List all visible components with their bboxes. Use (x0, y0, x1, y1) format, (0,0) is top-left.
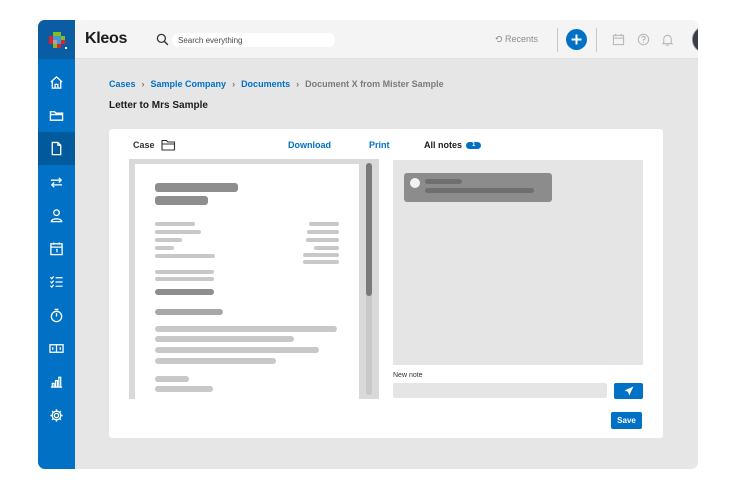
preview-line (155, 196, 208, 205)
history-icon (495, 36, 503, 42)
new-note-label: New note (393, 372, 423, 379)
stopwatch-icon (50, 308, 63, 323)
header-divider (557, 28, 558, 52)
user-photo (693, 27, 698, 52)
scrollbar-thumb[interactable] (366, 163, 372, 296)
preview-line (155, 289, 214, 295)
viewer-scrollbar[interactable] (366, 163, 372, 395)
sidebar-item-timer[interactable] (38, 299, 75, 332)
send-note-button[interactable] (614, 383, 643, 399)
preview-line (309, 222, 339, 226)
preview-line (155, 336, 294, 342)
bell-icon[interactable] (661, 33, 674, 46)
breadcrumb-current: Document X from Mister Sample (305, 79, 444, 89)
chevron-right-icon: › (232, 79, 236, 89)
sidebar-item-transfers[interactable] (38, 166, 75, 199)
preview-line (306, 238, 339, 242)
preview-line (155, 270, 214, 274)
top-header: Kleos Recents (75, 20, 698, 59)
preview-line (155, 246, 174, 250)
recents-label: Recents (505, 34, 539, 44)
save-button[interactable]: Save (611, 412, 642, 429)
preview-line (303, 260, 339, 264)
breadcrumb-company[interactable]: Sample Company (151, 79, 227, 89)
breadcrumb-cases[interactable]: Cases (109, 79, 136, 89)
checklist-icon (49, 275, 63, 289)
sidebar-item-tasks[interactable] (38, 265, 75, 298)
gear-icon (50, 409, 63, 422)
preview-line (155, 238, 182, 242)
sidebar-item-calendar[interactable] (38, 232, 75, 265)
note-avatar-dot (410, 178, 420, 188)
search-input[interactable] (172, 33, 335, 47)
preview-line (155, 386, 213, 392)
preview-line (155, 183, 238, 192)
add-button[interactable] (566, 29, 587, 50)
breadcrumb-documents[interactable]: Documents (241, 79, 290, 89)
download-button[interactable]: Download (288, 140, 331, 150)
breadcrumb: Cases › Sample Company › Documents › Doc… (109, 79, 444, 89)
home-icon (50, 75, 63, 89)
calendar-icon (50, 242, 63, 256)
preview-line (155, 230, 201, 234)
preview-line (155, 326, 337, 332)
document-page-preview (135, 164, 359, 399)
notes-pane (393, 160, 643, 365)
brand-name: Kleos (85, 30, 128, 47)
transfer-icon (50, 177, 63, 188)
app-logo[interactable] (38, 20, 75, 59)
header-divider (596, 28, 597, 52)
avatar[interactable] (692, 26, 698, 53)
preview-line (155, 376, 189, 382)
preview-line (155, 277, 214, 281)
preview-line (155, 222, 195, 226)
logo-icon (49, 32, 67, 49)
plus-icon (571, 34, 582, 45)
document-icon (51, 141, 62, 156)
page-title: Letter to Mrs Sample (109, 100, 208, 111)
all-notes-tab[interactable]: All notes 1 (424, 140, 482, 150)
send-icon (624, 386, 633, 396)
sidebar-item-folders[interactable] (38, 99, 75, 132)
preview-line (155, 347, 319, 353)
preview-line (155, 254, 215, 258)
sidebar-item-documents[interactable] (38, 132, 75, 165)
app-window: Kleos Recents Cases › Sample Compa (38, 20, 698, 469)
new-note-input[interactable] (393, 383, 607, 398)
preview-line (307, 230, 339, 234)
sidebar-item-settings[interactable] (38, 399, 75, 432)
help-icon[interactable] (637, 33, 650, 46)
sidebar-item-home[interactable] (38, 66, 75, 99)
money-icon (49, 344, 64, 353)
document-viewer[interactable] (129, 159, 379, 399)
person-icon (50, 209, 63, 223)
notes-count-badge: 1 (466, 141, 482, 149)
calendar-icon[interactable] (612, 33, 625, 46)
sidebar-item-reports[interactable] (38, 365, 75, 398)
sidebar-item-billing[interactable] (38, 332, 75, 365)
note-author-placeholder (425, 179, 462, 184)
sidebar (38, 20, 75, 469)
document-card: Case Download Print All notes 1 New note… (109, 129, 663, 438)
folder-icon[interactable] (161, 139, 176, 151)
search-icon[interactable] (156, 33, 169, 46)
chevron-right-icon: › (141, 79, 145, 89)
chevron-right-icon: › (296, 79, 300, 89)
all-notes-label: All notes (424, 140, 463, 150)
folder-icon (49, 111, 64, 121)
note-text-placeholder (425, 188, 534, 193)
preview-line (155, 309, 223, 315)
preview-line (155, 358, 276, 364)
print-button[interactable]: Print (369, 140, 390, 150)
bar-chart-icon (50, 376, 63, 388)
case-label: Case (133, 140, 155, 150)
preview-line (314, 246, 339, 250)
recents-button[interactable]: Recents (495, 34, 538, 44)
preview-line (303, 253, 339, 257)
note-item[interactable] (404, 173, 552, 202)
sidebar-item-contacts[interactable] (38, 199, 75, 232)
